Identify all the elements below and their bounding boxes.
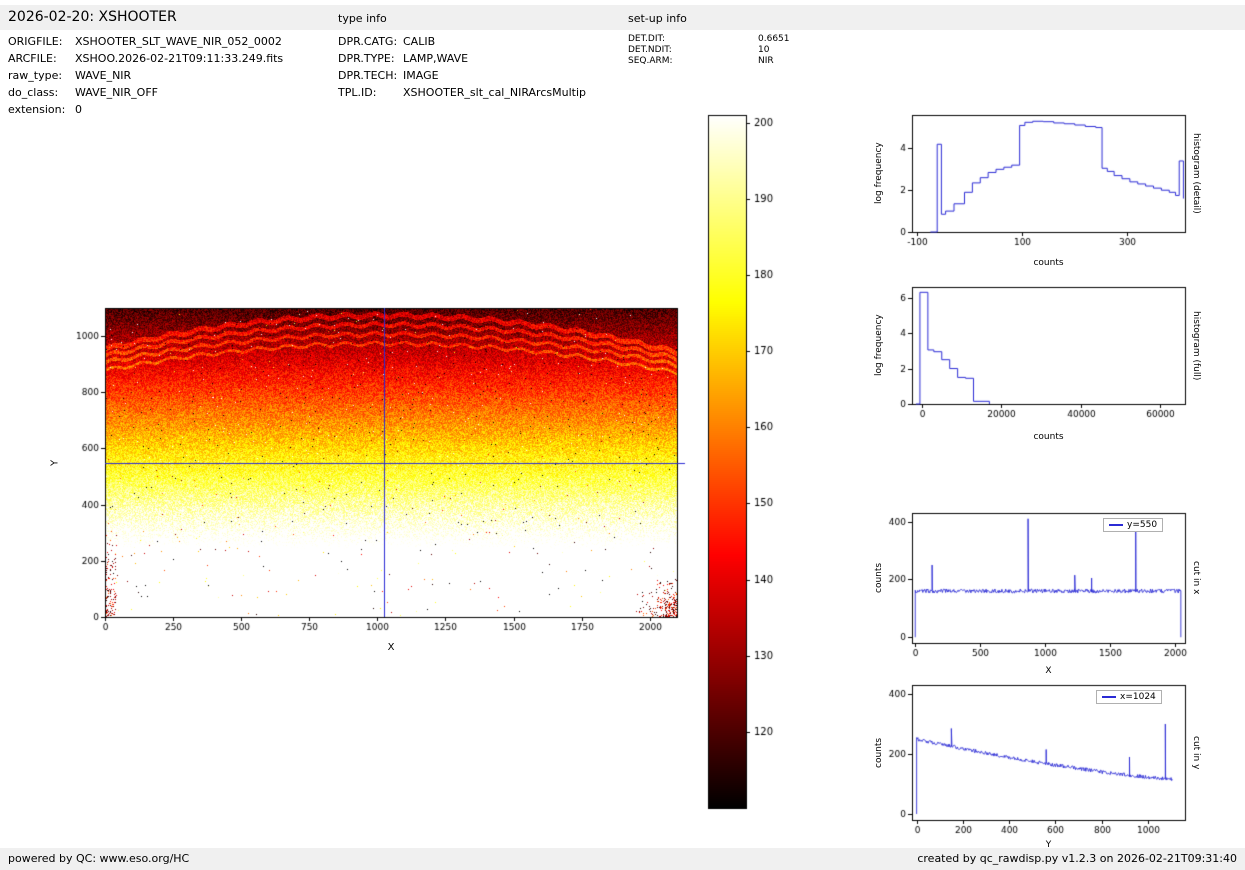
cut-in-x-right-label: cut in x <box>1191 561 1201 595</box>
seq-arm-label: SEQ.ARM: <box>628 56 673 66</box>
footer-right-text: created by qc_rawdisp.py v1.2.3 on 2026-… <box>917 852 1237 865</box>
legend-line-icon <box>1102 696 1116 698</box>
extension-label: extension: <box>8 103 66 116</box>
hist-detail-yaxis-label: log frequency <box>874 142 884 205</box>
hist-full-xaxis-label: counts <box>1033 432 1064 442</box>
cut-in-x-yaxis-label: counts <box>874 562 884 594</box>
tpl-id-value: XSHOOTER_slt_cal_NIRArcsMultip <box>403 86 586 99</box>
main-xaxis-label: X <box>387 642 395 653</box>
origfile-label: ORIGFILE: <box>8 35 63 48</box>
hist-full-right-label: histogram (full) <box>1191 310 1201 381</box>
arcfile-label: ARCFILE: <box>8 52 57 65</box>
footer-left-text: powered by QC: www.eso.org/HC <box>8 852 190 865</box>
seq-arm-value: NIR <box>758 56 774 66</box>
dpr-type-label: DPR.TYPE: <box>338 52 395 65</box>
tpl-id-label: TPL.ID: <box>338 86 377 99</box>
doclass-value: WAVE_NIR_OFF <box>75 86 158 99</box>
detector-image-canvas <box>40 288 700 668</box>
cut-in-y-right-label: cut in y <box>1191 735 1201 770</box>
type-info-heading: type info <box>338 12 387 25</box>
hist-detail-right-label: histogram (detail) <box>1191 133 1201 214</box>
det-dit-label: DET.DIT: <box>628 34 666 44</box>
qc-report-page: 2026-02-20: XSHOOTER type info set-up in… <box>0 0 1245 870</box>
histogram-full-canvas <box>858 275 1208 425</box>
main-yaxis-label: Y <box>49 459 61 466</box>
legend-line-icon <box>1109 524 1123 526</box>
cut-in-y-yaxis-label: counts <box>874 737 884 768</box>
page-title: 2026-02-20: XSHOOTER <box>8 9 177 25</box>
det-ndit-label: DET.NDIT: <box>628 45 672 55</box>
cut-in-y-legend: x=1024 <box>1096 690 1162 704</box>
histogram-detail-canvas <box>858 103 1208 253</box>
rawtype-label: raw_type: <box>8 69 63 82</box>
colorbar-canvas <box>700 110 790 820</box>
setup-info-heading: set-up info <box>628 12 687 25</box>
hist-detail-xaxis-label: counts <box>1033 258 1064 268</box>
rawtype-value: WAVE_NIR <box>75 69 132 82</box>
header-bar: 2026-02-20: XSHOOTER type info set-up in… <box>0 5 1245 30</box>
arcfile-value: XSHOO.2026-02-21T09:11:33.249.fits <box>75 52 284 65</box>
origfile-value: XSHOOTER_SLT_WAVE_NIR_052_0002 <box>75 35 282 48</box>
dpr-type-value: LAMP,WAVE <box>403 52 469 65</box>
doclass-label: do_class: <box>8 86 59 99</box>
footer-bar: powered by QC: www.eso.org/HC created by… <box>0 848 1245 870</box>
hist-full-yaxis-label: log frequency <box>874 314 884 377</box>
extension-value: 0 <box>75 103 82 116</box>
cut-in-y-legend-label: x=1024 <box>1120 692 1156 702</box>
cut-in-x-legend: y=550 <box>1103 518 1164 532</box>
dpr-catg-value: CALIB <box>403 35 436 48</box>
dpr-catg-label: DPR.CATG: <box>338 35 398 48</box>
dpr-tech-label: DPR.TECH: <box>338 69 398 82</box>
cut-in-x-legend-label: y=550 <box>1127 520 1158 530</box>
dpr-tech-value: IMAGE <box>403 69 439 82</box>
det-ndit-value: 10 <box>758 45 770 55</box>
det-dit-value: 0.6651 <box>758 34 790 44</box>
